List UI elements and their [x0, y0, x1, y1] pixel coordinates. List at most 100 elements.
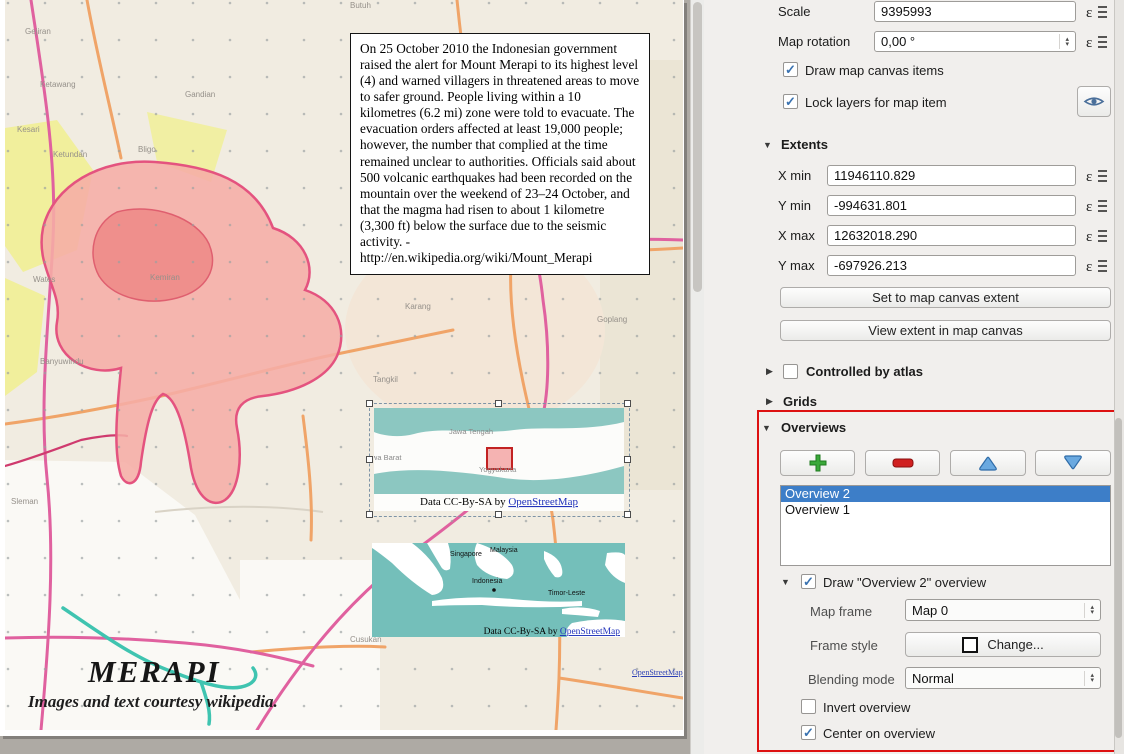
check-icon: ✓	[803, 725, 814, 741]
map-rotation-label: Map rotation	[778, 34, 850, 49]
expression-icon: ε	[1086, 257, 1108, 275]
list-item-overview-2[interactable]: Overview 2	[781, 486, 1110, 502]
add-overview-button[interactable]	[780, 450, 855, 476]
qgis-composer-window: Butuh Gejiran Ketawang Gandian Kesari Ke…	[0, 0, 1124, 754]
move-overview-up-button[interactable]	[950, 450, 1026, 476]
osm-credit-link: OpenStreetMap	[632, 668, 683, 677]
layer-visibility-button[interactable]	[1077, 86, 1111, 117]
combo-arrows-icon[interactable]: ▴▾	[1084, 671, 1094, 686]
svg-text:Timor-Leste: Timor-Leste	[548, 590, 585, 597]
svg-text:Wates: Wates	[33, 275, 55, 284]
ymax-label: Y max	[778, 258, 815, 273]
atlas-collapse-arrow[interactable]: ▶	[766, 366, 773, 377]
canvas-scrollbar-thumb[interactable]	[693, 2, 702, 292]
rotation-data-defined-button[interactable]: ε	[1083, 31, 1111, 52]
draw-overview-collapse-arrow[interactable]: ▼	[781, 577, 790, 587]
svg-text:ε: ε	[1086, 229, 1092, 245]
invert-overview-label: Invert overview	[823, 700, 910, 715]
xmax-data-defined-button[interactable]: ε	[1083, 225, 1111, 246]
overview2-attribution: Data CC-By-SA by OpenStreetMap	[484, 627, 621, 637]
svg-text:Kesari: Kesari	[17, 125, 40, 134]
text-annotation-item[interactable]: On 25 October 2010 the Indonesian govern…	[350, 33, 650, 275]
lock-layers-label: Lock layers for map item	[805, 95, 947, 110]
selection-handle-w[interactable]	[366, 456, 373, 463]
selection-handle-e[interactable]	[624, 456, 631, 463]
ymin-label: Y min	[778, 198, 811, 213]
ymin-data-defined-button[interactable]: ε	[1083, 195, 1111, 216]
set-to-map-canvas-extent-button[interactable]: Set to map canvas extent	[780, 287, 1111, 308]
svg-text:ε: ε	[1086, 169, 1092, 185]
overviews-collapse-arrow[interactable]: ▼	[762, 423, 771, 433]
controlled-by-atlas-checkbox[interactable]: ✓	[783, 364, 798, 379]
remove-overview-button[interactable]	[865, 450, 940, 476]
selection-handle-ne[interactable]	[624, 400, 631, 407]
check-icon: ✓	[785, 94, 796, 110]
svg-text:Ketawang: Ketawang	[40, 80, 76, 89]
overviews-list[interactable]: Overview 2 Overview 1	[780, 485, 1111, 566]
check-icon: ✓	[803, 574, 814, 590]
extents-collapse-arrow[interactable]: ▼	[763, 140, 772, 150]
combo-arrows-icon[interactable]: ▴▾	[1084, 603, 1094, 618]
scale-input[interactable]: 9395993	[874, 1, 1076, 22]
svg-text:Jawa Barat: Jawa Barat	[374, 453, 402, 462]
svg-text:Goplang: Goplang	[597, 315, 627, 324]
svg-text:Gandian: Gandian	[185, 90, 215, 99]
composer-canvas[interactable]: Butuh Gejiran Ketawang Gandian Kesari Ke…	[0, 0, 690, 754]
svg-text:Bligo: Bligo	[138, 145, 156, 154]
frame-style-change-button[interactable]: Change...	[905, 632, 1101, 657]
selection-handle-n[interactable]	[495, 400, 502, 407]
scale-data-defined-button[interactable]: ε	[1083, 1, 1111, 22]
svg-text:Karang: Karang	[405, 302, 431, 311]
canvas-vertical-scrollbar[interactable]	[690, 0, 704, 754]
center-on-overview-checkbox[interactable]: ✓	[801, 725, 816, 740]
xmin-input[interactable]: 11946110.829	[827, 165, 1076, 186]
xmax-input[interactable]: 12632018.290	[827, 225, 1076, 246]
panel-scrollbar-thumb[interactable]	[1115, 418, 1122, 738]
item-properties-panel: Scale 9395993 ε Map rotation 0,00 ° ▴▾ ε…	[704, 0, 1114, 754]
map-frame-combo[interactable]: Map 0 ▴▾	[905, 599, 1101, 621]
invert-overview-checkbox[interactable]: ✓	[801, 699, 816, 714]
svg-text:Tangkil: Tangkil	[373, 375, 398, 384]
map-subtitle[interactable]: Images and text courtesy wikipedia.	[28, 692, 278, 712]
controlled-by-atlas-label: Controlled by atlas	[806, 364, 923, 379]
ymin-input[interactable]: -994631.801	[827, 195, 1076, 216]
expression-icon: ε	[1086, 227, 1108, 245]
xmin-data-defined-button[interactable]: ε	[1083, 165, 1111, 186]
draw-overview-checkbox[interactable]: ✓	[801, 574, 816, 589]
svg-text:Malaysia: Malaysia	[490, 547, 518, 554]
view-extent-in-map-canvas-button[interactable]: View extent in map canvas	[780, 320, 1111, 341]
frame-color-swatch	[962, 637, 978, 653]
up-arrow-icon	[976, 455, 1000, 471]
map-center-dot	[492, 588, 496, 592]
osm-link: OpenStreetMap	[508, 496, 578, 508]
svg-text:ε: ε	[1086, 5, 1092, 21]
selection-handle-se[interactable]	[624, 511, 631, 518]
svg-text:Banyuwindu: Banyuwindu	[40, 357, 84, 366]
blending-mode-combo[interactable]: Normal ▴▾	[905, 667, 1101, 689]
list-item-overview-1[interactable]: Overview 1	[781, 502, 1110, 518]
overview-map-2-item[interactable]: Singapore Malaysia Indonesia Timor-Leste…	[372, 543, 625, 637]
svg-text:Gejiran: Gejiran	[25, 27, 51, 36]
move-overview-down-button[interactable]	[1035, 450, 1111, 476]
expression-icon: ε	[1086, 197, 1108, 215]
map-rotation-input[interactable]: 0,00 ° ▴▾	[874, 31, 1076, 52]
lock-layers-checkbox[interactable]: ✓	[783, 94, 798, 109]
draw-map-canvas-items-checkbox[interactable]: ✓	[783, 62, 798, 77]
overview-map-1-item[interactable]: Jawa Barat Jawa Tengah Yogyakarta Data C…	[374, 408, 624, 511]
ymax-input[interactable]: -697926.213	[827, 255, 1076, 276]
ymax-data-defined-button[interactable]: ε	[1083, 255, 1111, 276]
svg-text:ε: ε	[1086, 199, 1092, 215]
selection-handle-nw[interactable]	[366, 400, 373, 407]
grids-collapse-arrow[interactable]: ▶	[766, 396, 773, 407]
map-title[interactable]: MERAPI	[88, 654, 221, 690]
composition-page[interactable]: Butuh Gejiran Ketawang Gandian Kesari Ke…	[0, 0, 684, 736]
selection-handle-s[interactable]	[495, 511, 502, 518]
expression-icon: ε	[1086, 167, 1108, 185]
svg-text:Sleman: Sleman	[11, 497, 38, 506]
selection-handle-sw[interactable]	[366, 511, 373, 518]
spinner-arrows-icon[interactable]: ▴▾	[1059, 34, 1069, 49]
minus-icon	[892, 457, 914, 469]
svg-text:Butuh: Butuh	[350, 1, 371, 10]
svg-text:Yogyakarta: Yogyakarta	[479, 465, 517, 474]
down-arrow-icon	[1061, 455, 1085, 471]
